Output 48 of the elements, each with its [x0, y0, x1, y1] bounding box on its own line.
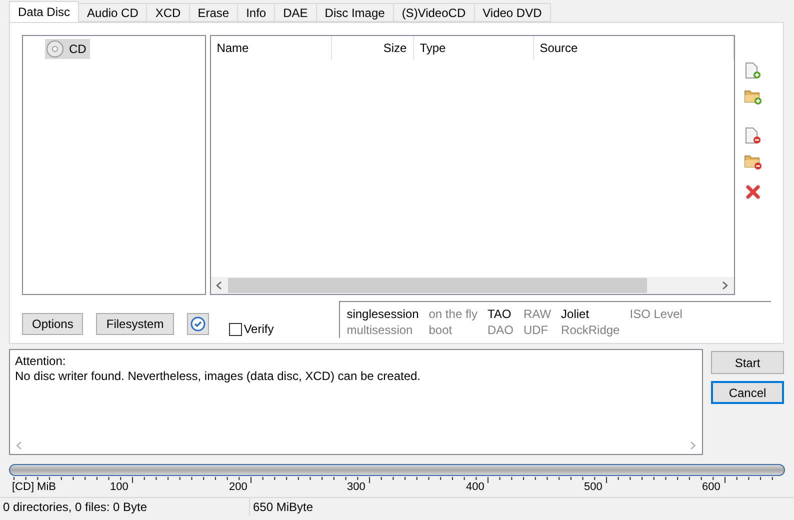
- column-header[interactable]: Name: [210, 36, 332, 60]
- option-label: boot: [428, 322, 454, 338]
- tab[interactable]: Audio CD: [78, 3, 148, 22]
- button[interactable]: Cancel: [711, 381, 784, 404]
- option-label: TAO: [487, 306, 512, 322]
- scale-label: 200: [229, 481, 248, 493]
- button[interactable]: Filesystem: [96, 313, 174, 335]
- option-label: UDF: [523, 322, 550, 338]
- scale-label: 600: [702, 481, 720, 493]
- scroll-left-icon[interactable]: [216, 281, 222, 290]
- option-label: Joliet: [561, 306, 590, 322]
- button[interactable]: Start: [711, 351, 784, 374]
- horizontal-scrollbar[interactable]: [210, 277, 734, 294]
- option-label: multisession: [346, 322, 414, 338]
- option-label: RAW: [523, 306, 552, 322]
- verify-checkbox[interactable]: Verify: [228, 322, 339, 336]
- status-text: 650 MiByte: [252, 499, 314, 516]
- tab[interactable]: XCD: [146, 3, 190, 22]
- scale-label: 100: [110, 481, 128, 493]
- tab[interactable]: (S)VideoCD: [392, 3, 475, 22]
- close-icon[interactable]: [744, 184, 761, 200]
- tab[interactable]: Video DVD: [474, 3, 551, 22]
- tab[interactable]: Disc Image: [316, 3, 394, 22]
- tab[interactable]: Erase: [188, 3, 238, 22]
- scale-label: 400: [466, 481, 484, 493]
- column-header[interactable]: Type: [414, 36, 534, 60]
- log-line: No disc writer found. Nevertheless, images (data disc, XCD) can be created.: [15, 369, 422, 384]
- check-button[interactable]: [186, 313, 209, 335]
- option-label: RockRidge: [561, 322, 620, 338]
- scroll-right-icon[interactable]: [722, 281, 728, 290]
- checkmark-icon: [190, 316, 206, 332]
- scale-label: 300: [347, 481, 366, 493]
- tab[interactable]: DAE: [274, 3, 317, 22]
- button[interactable]: Options: [22, 313, 84, 335]
- option-label: DAO: [487, 322, 514, 338]
- tab[interactable]: Data Disc: [9, 1, 80, 22]
- scale-label: 500: [584, 481, 602, 493]
- tab[interactable]: Info: [237, 3, 276, 22]
- tree-item[interactable]: CD: [45, 39, 90, 59]
- log-line: Attention:: [15, 354, 67, 369]
- column-header[interactable]: Source: [534, 36, 734, 60]
- disc-icon: [46, 40, 64, 58]
- scale-unit: [CD] MiB: [12, 481, 56, 493]
- option-label: on the fly: [428, 306, 478, 322]
- column-header[interactable]: Size: [332, 36, 414, 60]
- option-label: singlesession: [346, 306, 419, 322]
- option-label: ISO Level: [630, 306, 682, 322]
- status-text: 0 directories, 0 files: 0 Byte: [0, 498, 250, 516]
